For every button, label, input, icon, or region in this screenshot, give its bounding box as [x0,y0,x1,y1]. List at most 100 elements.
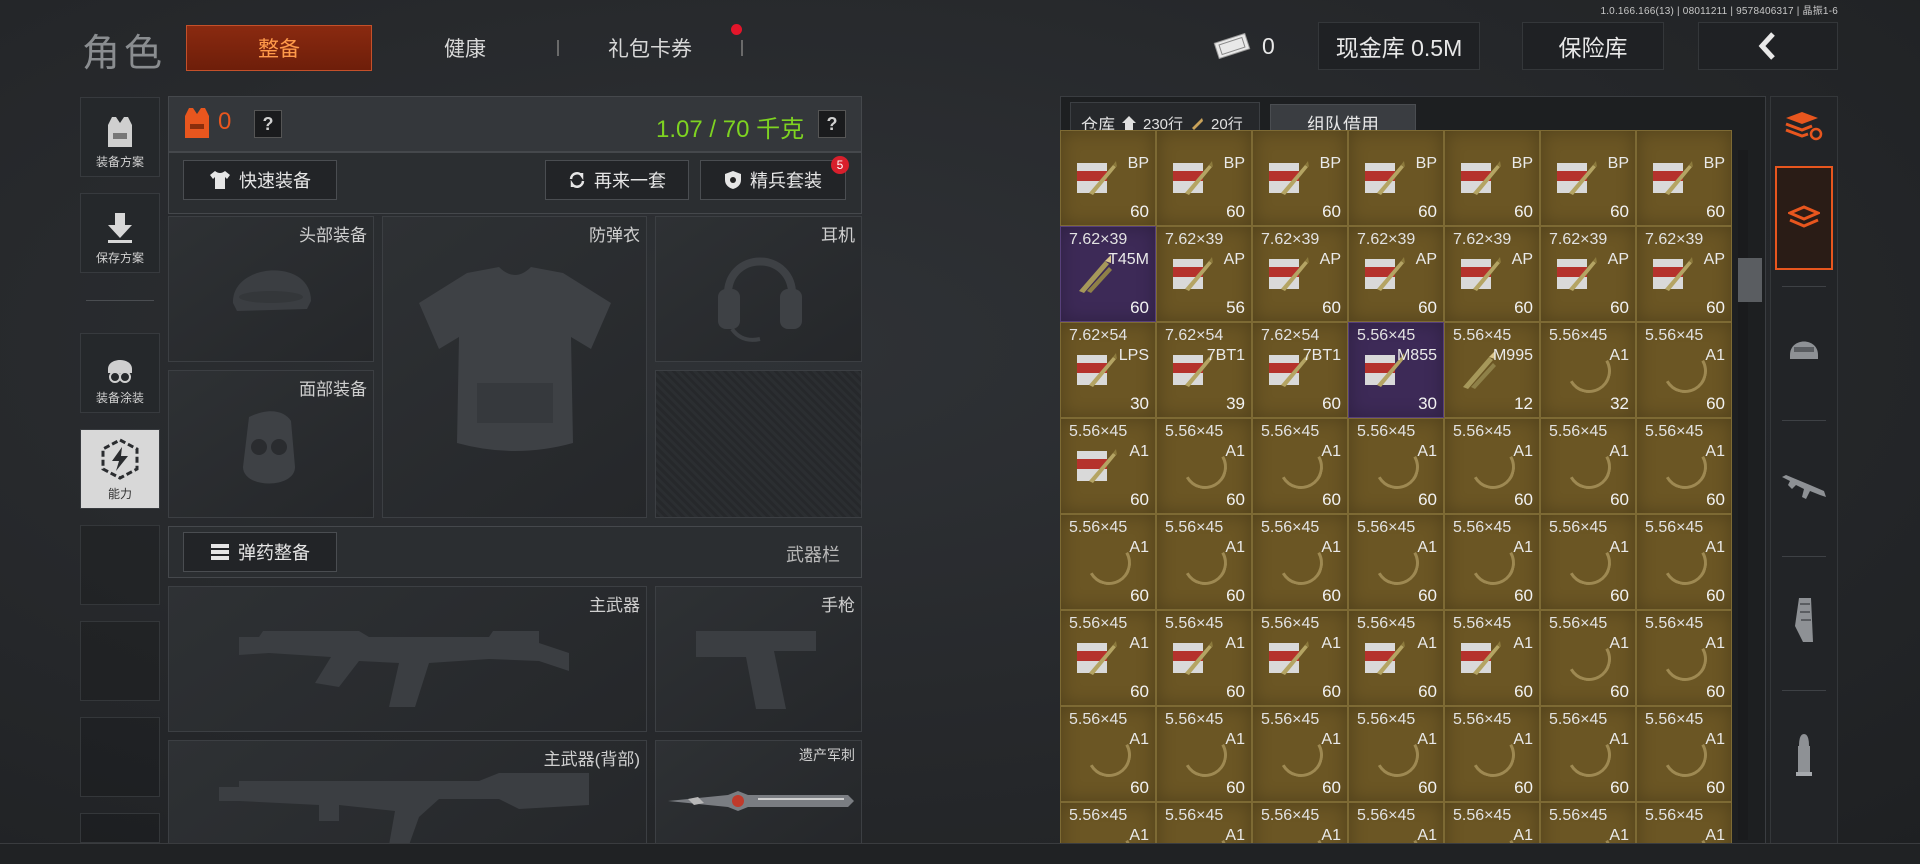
ammo-cell[interactable]: 7.62×39 AP 60 [1252,226,1348,322]
quick-equip-button[interactable]: 快速装备 [183,160,337,200]
ammo-cell[interactable]: 5.56×45 A1 60 [1060,706,1156,802]
ammo-cell[interactable]: 5.56×45 A1 [1540,802,1636,844]
ammo-cell[interactable]: 5.56×45 A1 60 [1444,610,1540,706]
ammo-cell[interactable]: BP 60 [1636,130,1732,226]
primary-back-weapon-slot[interactable]: 主武器(背部) [168,740,647,845]
ammo-cell[interactable]: 5.56×45 A1 60 [1540,418,1636,514]
ammo-caliber: 5.56×45 [1357,327,1416,344]
tab-gift-coupons[interactable]: 礼包卡券 [580,25,720,71]
ammo-cell[interactable]: 5.56×45 A1 [1252,802,1348,844]
ammo-cell[interactable]: 7.62×54 7BT1 39 [1156,322,1252,418]
ammo-cell[interactable]: 5.56×45 A1 32 [1540,322,1636,418]
ammo-equip-button[interactable]: 弹药整备 [183,532,337,572]
ammo-cell[interactable]: 5.56×45 A1 60 [1156,418,1252,514]
help-button[interactable]: ? [254,110,282,138]
face-slot[interactable]: 面部装备 [168,370,374,518]
ammo-cell[interactable]: 5.56×45 A1 60 [1060,418,1156,514]
ammo-cell[interactable]: 5.56×45 A1 [1636,802,1732,844]
ammo-cell[interactable]: 5.56×45 A1 60 [1348,610,1444,706]
ammo-cell[interactable]: 5.56×45 A1 60 [1636,514,1732,610]
ammo-cell[interactable]: 5.56×45 A1 60 [1636,418,1732,514]
elite-set-button[interactable]: 精兵套装 [700,160,846,200]
category-helmet[interactable] [1776,300,1832,400]
ammo-count: 60 [1706,298,1725,317]
ammo-cell[interactable]: 5.56×45 A1 [1156,802,1252,844]
sidebar-item-equip-paint[interactable]: 装备涂装 [80,333,160,413]
ammo-cell[interactable]: 5.56×45 A1 60 [1444,706,1540,802]
ammo-cell[interactable]: 5.56×45 A1 60 [1252,514,1348,610]
ammo-cell[interactable]: 7.62×39 AP 60 [1444,226,1540,322]
safe-button[interactable]: 保险库 [1522,22,1664,70]
ammo-count: 60 [1418,298,1437,317]
tab-equip[interactable]: 整备 [186,25,372,71]
ammo-cell[interactable]: 5.56×45 A1 60 [1636,610,1732,706]
scrollbar-track[interactable] [1738,150,1748,840]
sidebar-item-loadout-plan[interactable]: 装备方案 [80,97,160,177]
ammo-cell[interactable]: 5.56×45 A1 60 [1156,514,1252,610]
primary-weapon-slot[interactable]: 主武器 [168,586,647,732]
ammo-cell[interactable]: 5.56×45 A1 60 [1252,706,1348,802]
ammo-cell[interactable]: 5.56×45 A1 60 [1252,418,1348,514]
cash-vault-button[interactable]: 现金库 0.5M [1318,22,1480,70]
ammo-cell[interactable]: 7.62×39 AP 60 [1636,226,1732,322]
melee-slot[interactable]: 遗产军刺 [655,740,862,844]
ammo-cell[interactable]: 5.56×45 A1 60 [1060,514,1156,610]
vest-slot[interactable]: 防弹衣 [382,216,647,518]
scrollbar-thumb[interactable] [1738,258,1762,302]
ammo-cell[interactable]: 5.56×45 A1 60 [1636,706,1732,802]
ammo-cell[interactable]: BP 60 [1060,130,1156,226]
ammo-cell[interactable]: 5.56×45 M995 12 [1444,322,1540,418]
ear-slot[interactable]: 耳机 [655,216,862,362]
ammo-cell[interactable]: 5.56×45 A1 60 [1444,514,1540,610]
ammo-cell[interactable]: 5.56×45 A1 60 [1348,418,1444,514]
sidebar-item-ability[interactable]: 能力 [80,429,160,509]
ammo-cell[interactable]: 5.56×45 A1 [1444,802,1540,844]
ammo-cell[interactable]: 5.56×45 A1 60 [1636,322,1732,418]
sidebar-item-save-plan[interactable]: 保存方案 [80,193,160,273]
category-layers[interactable] [1775,166,1833,270]
ammo-cell[interactable]: 5.56×45 A1 60 [1060,610,1156,706]
ammo-cell[interactable]: 5.56×45 A1 60 [1540,610,1636,706]
ammo-type: AP [1223,251,1245,268]
ammo-cell[interactable]: 5.56×45 A1 60 [1540,706,1636,802]
ammo-cell[interactable]: BP 60 [1252,130,1348,226]
category-magazine[interactable] [1776,570,1832,670]
head-slot[interactable]: 头部装备 [168,216,374,362]
ammo-cell[interactable]: BP 60 [1348,130,1444,226]
ammo-cell[interactable]: BP 60 [1540,130,1636,226]
back-button[interactable] [1698,22,1838,70]
category-stack-refresh[interactable] [1776,76,1832,176]
ammo-cell[interactable]: 5.56×45 A1 60 [1444,418,1540,514]
ammo-cell[interactable]: BP 60 [1444,130,1540,226]
ak-rifle-silhouette-icon [239,631,569,707]
ammo-cell[interactable]: 5.56×45 A1 [1060,802,1156,844]
ammo-cell[interactable]: 7.62×39 AP 60 [1540,226,1636,322]
ammo-cell[interactable]: 5.56×45 A1 60 [1156,610,1252,706]
ammo-cell[interactable]: 5.56×45 A1 60 [1156,706,1252,802]
pistol-slot[interactable]: 手枪 [655,586,862,732]
knife-icon [668,791,854,811]
ammo-type: A1 [1609,443,1629,460]
again-set-button[interactable]: 再来一套 [545,160,689,200]
ammo-cell[interactable]: 7.62×39 AP 56 [1156,226,1252,322]
ammo-cell[interactable]: BP 60 [1156,130,1252,226]
ammo-cell[interactable]: 5.56×45 A1 60 [1348,706,1444,802]
ammo-caliber: 5.56×45 [1069,519,1128,536]
ammo-count: 56 [1226,298,1245,317]
ammo-cell[interactable]: 7.62×54 LPS 30 [1060,322,1156,418]
ammo-cell[interactable]: 7.62×54 7BT1 60 [1252,322,1348,418]
ammo-cell[interactable]: 5.56×45 A1 60 [1348,514,1444,610]
ammo-cell[interactable]: 7.62×39 AP 60 [1348,226,1444,322]
cash-tickets[interactable]: 0 [1212,22,1284,70]
ammo-cell[interactable]: 5.56×45 M855 30 [1348,322,1444,418]
category-bullet[interactable] [1776,706,1832,806]
ammo-count: 30 [1418,394,1437,413]
category-rifle[interactable] [1776,436,1832,536]
ammo-cell[interactable]: 7.62×39 T45M 60 [1060,226,1156,322]
weight-help-button[interactable]: ? [818,110,846,138]
ammo-cell[interactable]: 5.56×45 A1 60 [1252,610,1348,706]
tab-health[interactable]: 健康 [400,25,530,71]
ammo-cell[interactable]: 5.56×45 A1 [1348,802,1444,844]
ammo-cell[interactable]: 5.56×45 A1 60 [1540,514,1636,610]
ammo-count: 60 [1130,490,1149,509]
